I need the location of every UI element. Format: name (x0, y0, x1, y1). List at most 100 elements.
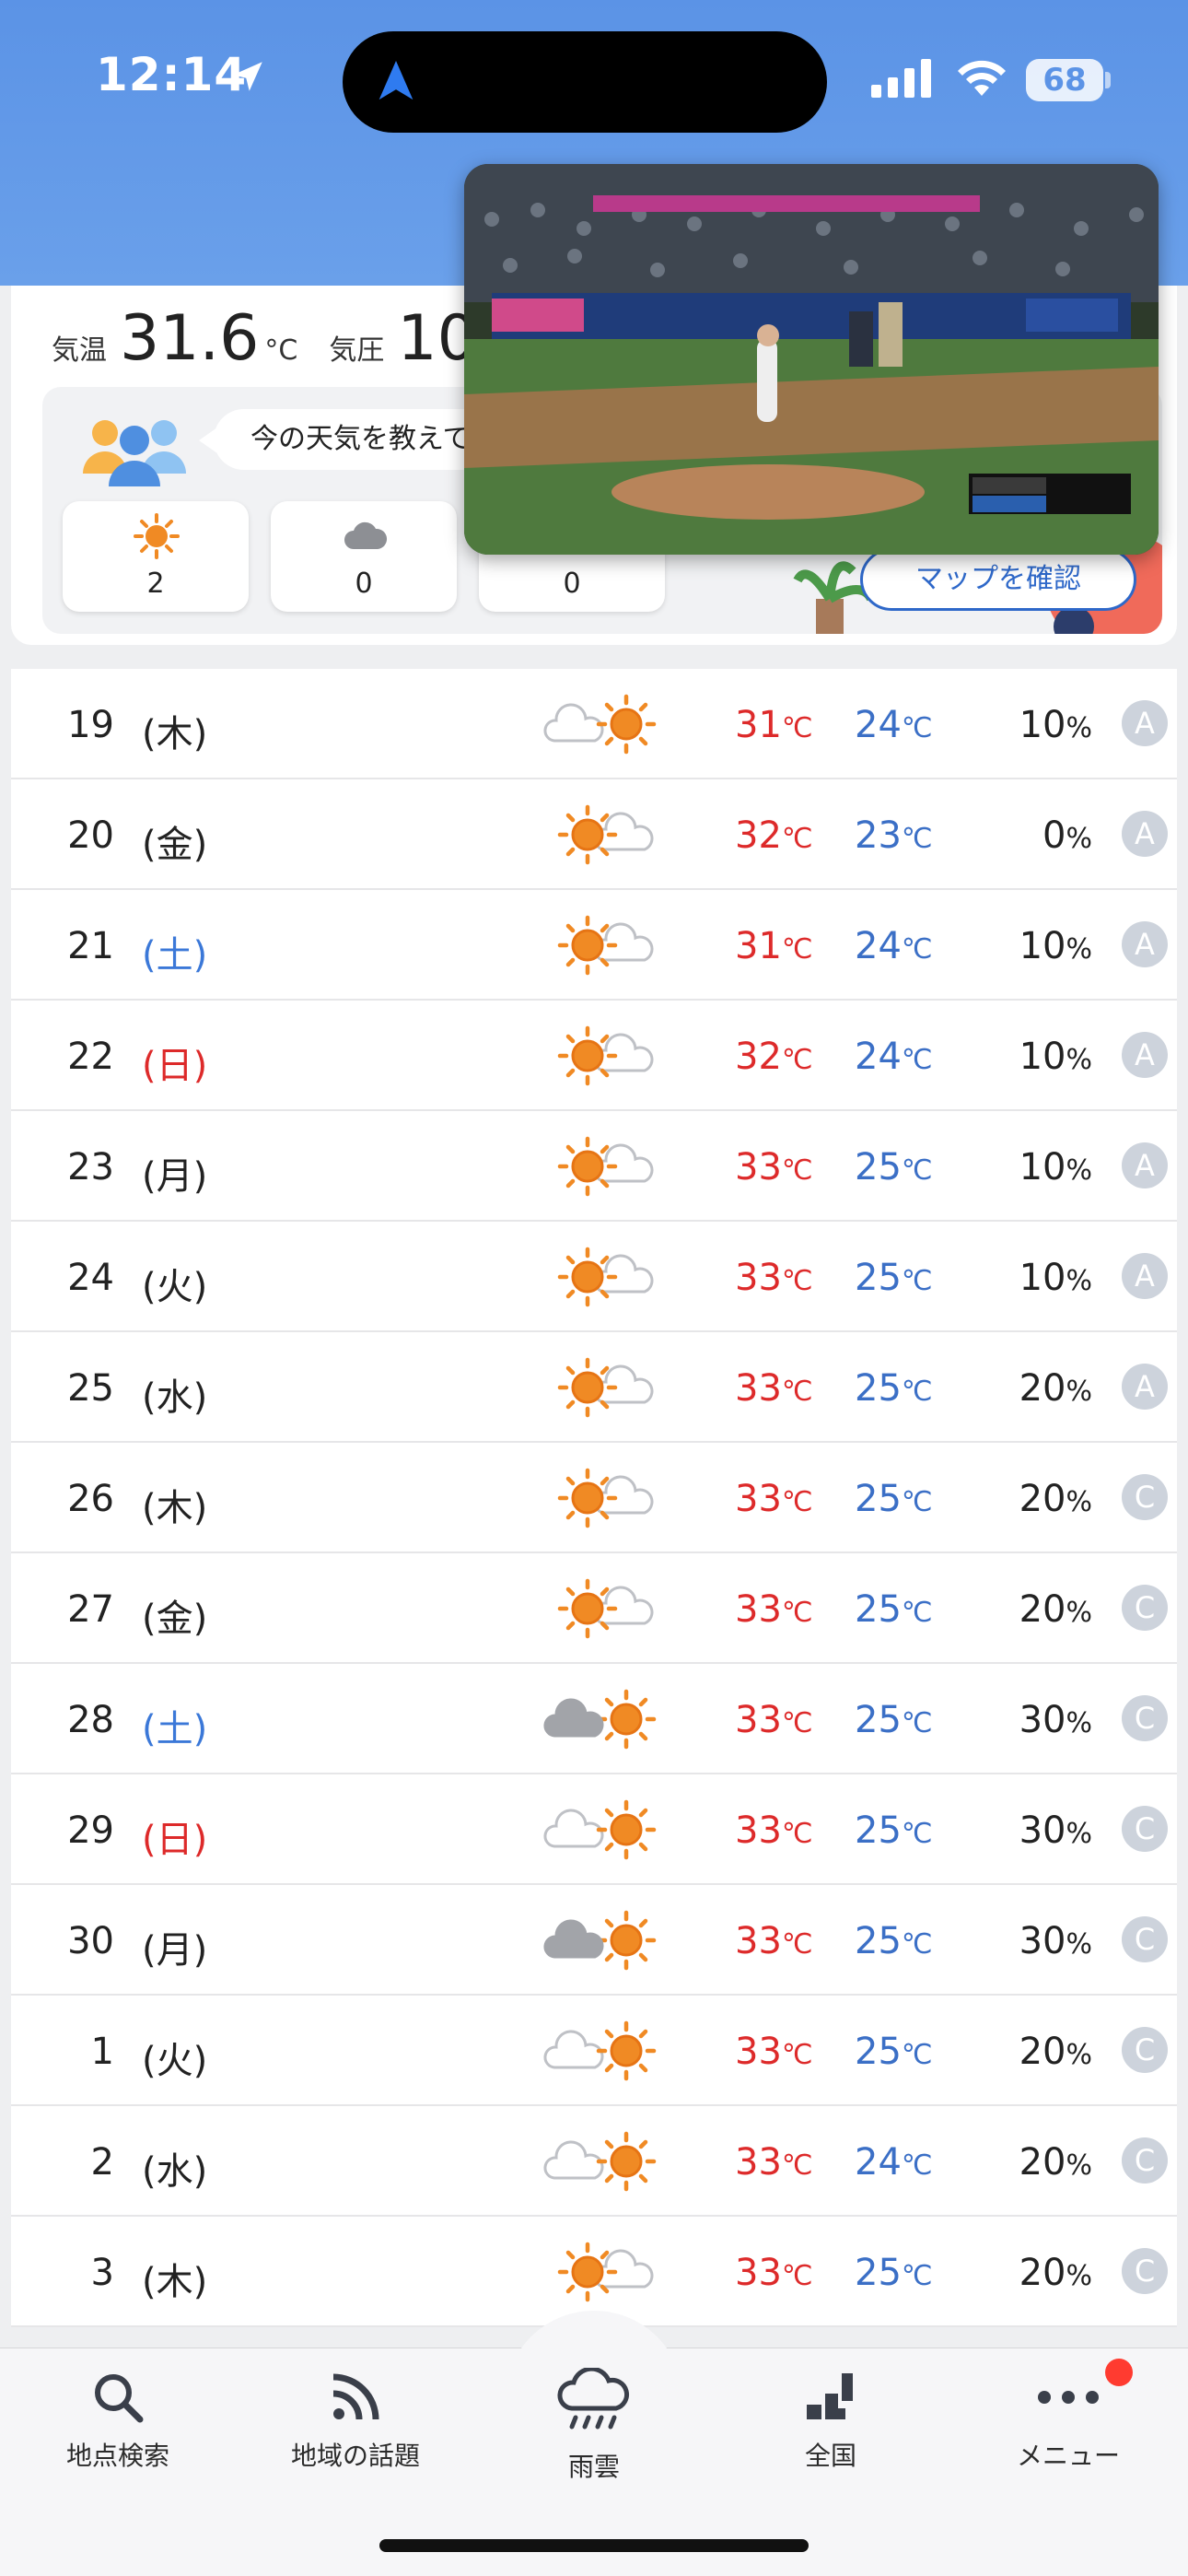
low-temp-value: 24 (855, 2141, 902, 2184)
temp-unit: ℃ (901, 2149, 933, 2182)
forecast-day: 23 (67, 1146, 114, 1188)
forecast-weekday: (木) (142, 713, 208, 755)
precip-unit: % (1066, 823, 1092, 855)
temp-unit: °C (264, 334, 298, 367)
precip-value: 30 (1019, 1809, 1066, 1852)
temp-unit: ℃ (901, 712, 933, 744)
cloud-icon (543, 703, 604, 743)
forecast-row[interactable]: 1 (火) 33℃ 25℃ 20% C (11, 1996, 1177, 2106)
high-temp-value: 33 (735, 2252, 782, 2294)
temp-unit: ℃ (901, 823, 933, 855)
reliability-rank-badge: C (1122, 1474, 1168, 1520)
precip-probability: 10% (1019, 925, 1092, 967)
precip-value: 30 (1019, 1920, 1066, 1962)
high-temp-value: 33 (735, 1367, 782, 1410)
forecast-row[interactable]: 19 (木) 31℃ 24℃ 10% A (11, 669, 1177, 779)
forecast-row[interactable]: 25 (水) 33℃ 25℃ 20% A (11, 1332, 1177, 1443)
forecast-row[interactable]: 23 (月) 33℃ 25℃ 10% A (11, 1111, 1177, 1222)
tab-label: 地点検索 (65, 2441, 169, 2471)
weather-icon-sunny-cloudy (557, 1468, 654, 1528)
low-temp-value: 23 (855, 814, 902, 857)
sun-icon (596, 1799, 657, 1860)
high-temp-value: 33 (735, 2031, 782, 2073)
weather-icon-sunny-cloudy (557, 2242, 654, 2302)
forecast-row[interactable]: 24 (火) 33℃ 25℃ 10% A (11, 1222, 1177, 1332)
tab-local-topics[interactable]: 地域の話題 (254, 2368, 457, 2473)
forecast-row[interactable]: 29 (日) 33℃ 25℃ 30% C (11, 1774, 1177, 1885)
precip-probability: 30% (1019, 1699, 1092, 1741)
temp-unit: ℃ (781, 1818, 813, 1850)
temp-unit: ℃ (901, 1597, 933, 1629)
sun-icon (557, 1357, 618, 1418)
rain-cloud-icon (557, 2368, 629, 2430)
tab-menu[interactable]: メニュー (967, 2368, 1170, 2473)
pressure-label: 気圧 (329, 334, 385, 367)
precip-unit: % (1066, 1154, 1092, 1187)
forecast-row[interactable]: 22 (日) 32℃ 24℃ 10% A (11, 1001, 1177, 1111)
precip-value: 20 (1019, 1588, 1066, 1631)
low-temp-value: 25 (855, 1699, 902, 1741)
tab-nationwide[interactable]: 全国 (729, 2368, 932, 2473)
forecast-row[interactable]: 30 (月) 33℃ 25℃ 30% C (11, 1885, 1177, 1996)
home-indicator[interactable] (379, 2539, 809, 2552)
vote-cloudy[interactable]: 0 (271, 501, 457, 612)
weather-icon-sunny-cloudy (557, 1025, 654, 1086)
temp-unit: ℃ (781, 1154, 813, 1187)
baseball-game-video (464, 164, 1159, 555)
forecast-row[interactable]: 2 (水) 33℃ 24℃ 20% C (11, 2106, 1177, 2217)
tab-label: 全国 (804, 2441, 856, 2471)
picture-in-picture-video[interactable] (464, 164, 1159, 555)
low-temp: 24℃ (855, 1036, 933, 1078)
low-temp: 25℃ (855, 1257, 933, 1299)
check-map-button[interactable]: マップを確認 (860, 548, 1136, 611)
forecast-row[interactable]: 28 (土) 33℃ 25℃ 30% C (11, 1664, 1177, 1774)
forecast-row[interactable]: 21 (土) 31℃ 24℃ 10% A (11, 890, 1177, 1001)
sun-icon (557, 915, 618, 976)
forecast-day: 30 (67, 1920, 114, 1962)
forecast-row[interactable]: 27 (金) 33℃ 25℃ 20% C (11, 1553, 1177, 1664)
weather-icon-sunny-cloudy (557, 804, 654, 865)
low-temp-value: 25 (855, 1367, 902, 1410)
current-readings: 気温 31.6 °C 気圧 100 (52, 302, 517, 375)
temp-unit: ℃ (901, 1707, 933, 1739)
reliability-rank-badge: C (1122, 2137, 1168, 2184)
temp-unit: ℃ (781, 1707, 813, 1739)
precip-unit: % (1066, 1044, 1092, 1076)
forecast-day: 22 (67, 1036, 114, 1078)
high-temp: 32℃ (735, 1036, 813, 1078)
forecast-row[interactable]: 20 (金) 32℃ 23℃ 0% A (11, 779, 1177, 890)
forecast-day: 21 (67, 925, 114, 967)
forecast-weekday: (月) (142, 1929, 208, 1972)
tab-label: メニュー (1016, 2441, 1120, 2471)
sun-icon (557, 1247, 618, 1307)
high-temp: 33℃ (735, 1588, 813, 1631)
sun-icon (596, 1910, 657, 1971)
temp-unit: ℃ (901, 2039, 933, 2071)
sun-icon (557, 2242, 618, 2302)
low-temp-value: 24 (855, 1036, 902, 1078)
low-temp-value: 25 (855, 1257, 902, 1299)
reliability-rank-badge: C (1122, 1806, 1168, 1852)
forecast-day: 2 (90, 2141, 114, 2184)
sun-icon (557, 804, 618, 865)
low-temp: 25℃ (855, 1478, 933, 1520)
forecast-weekday: (土) (142, 1708, 208, 1751)
cloud-icon (543, 1698, 604, 1738)
temp-unit: ℃ (781, 1928, 813, 1961)
forecast-day: 26 (67, 1478, 114, 1520)
precip-value: 0 (1042, 814, 1066, 857)
forecast-row[interactable]: 26 (木) 33℃ 25℃ 20% C (11, 1443, 1177, 1553)
tab-rain-clouds[interactable]: 雨雲 (493, 2368, 695, 2484)
weather-report-prompt[interactable]: 今の天気を教えて (214, 409, 507, 470)
battery-tip (1105, 72, 1111, 88)
precip-unit: % (1066, 2039, 1092, 2071)
temp-unit: ℃ (781, 712, 813, 744)
high-temp: 32℃ (735, 814, 813, 857)
low-temp-value: 25 (855, 1146, 902, 1188)
vote-sunny[interactable]: 2 (63, 501, 249, 612)
forecast-weekday: (土) (142, 934, 208, 977)
high-temp: 33℃ (735, 1367, 813, 1410)
temp-unit: ℃ (901, 1044, 933, 1076)
battery-indicator: 68 (1026, 59, 1103, 101)
tab-location-search[interactable]: 地点検索 (17, 2368, 219, 2473)
